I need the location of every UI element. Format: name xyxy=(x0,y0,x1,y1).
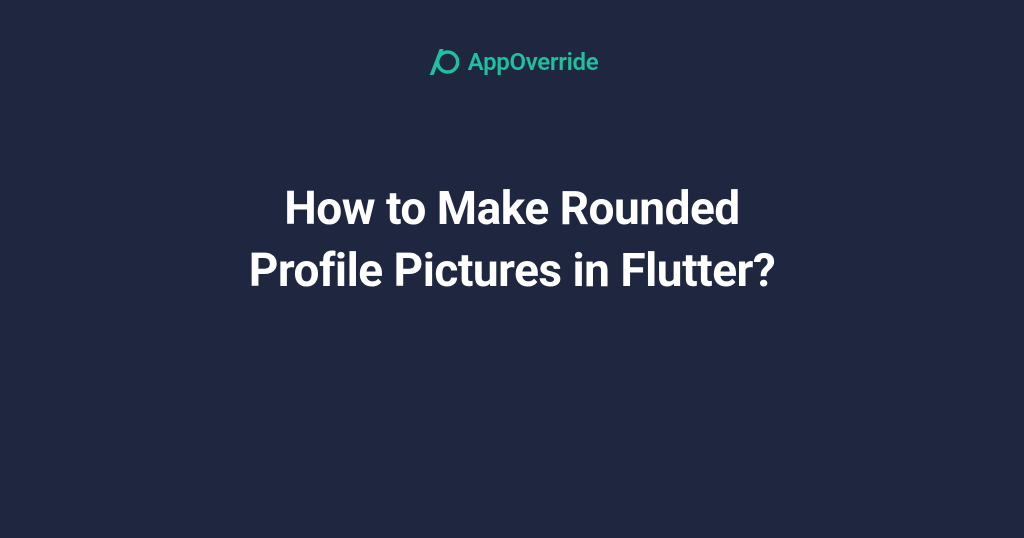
title-line-1: How to Make Rounded xyxy=(284,182,739,236)
appoverride-logo-icon xyxy=(426,45,460,79)
page-title: How to Make Rounded Profile Pictures in … xyxy=(0,178,1024,302)
brand-name: AppOverride xyxy=(468,48,599,76)
brand-logo: AppOverride xyxy=(426,45,599,79)
title-section: How to Make Rounded Profile Pictures in … xyxy=(0,178,1024,302)
title-line-2: Profile Pictures in Flutter? xyxy=(249,244,776,298)
